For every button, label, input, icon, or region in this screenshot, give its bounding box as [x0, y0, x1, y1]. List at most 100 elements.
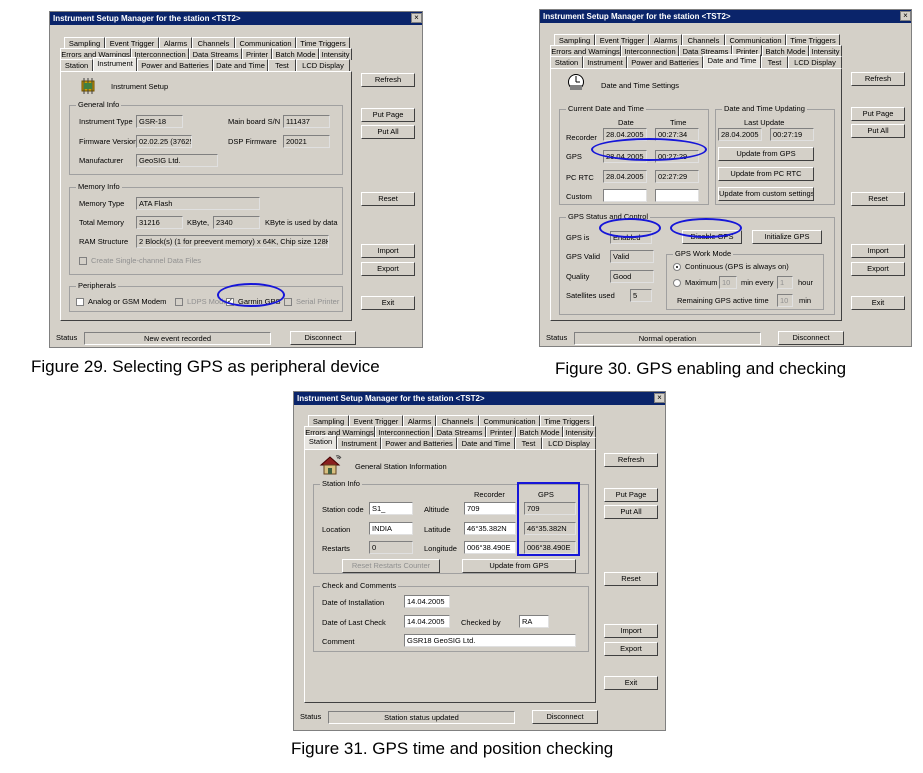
garmin-gps-checkbox[interactable]: ✓ [226, 298, 234, 306]
tab-power-batteries[interactable]: Power and Batteries [627, 56, 703, 68]
disable-gps-button[interactable]: Disable GPS [682, 230, 742, 244]
import-button[interactable]: Import [851, 244, 905, 258]
put-all-button[interactable]: Put All [604, 505, 658, 519]
altitude-input[interactable]: 709 [464, 502, 516, 515]
tab-station[interactable]: Station [304, 435, 337, 449]
disconnect-button[interactable]: Disconnect [778, 331, 844, 345]
exit-button[interactable]: Exit [851, 296, 905, 310]
maximum-label: Maximum [685, 278, 718, 287]
status-field: Normal operation [574, 332, 761, 345]
custom-time-input[interactable] [655, 189, 699, 202]
single-channel-checkbox[interactable] [79, 257, 87, 265]
update-from-pc-rtc-button[interactable]: Update from PC RTC [718, 167, 814, 181]
every-hours-field[interactable]: 1 [777, 276, 793, 289]
continuous-radio[interactable] [673, 263, 681, 271]
put-page-button[interactable]: Put Page [604, 488, 658, 502]
manufacturer-field: GeoSIG Ltd. [136, 154, 218, 167]
update-from-custom-button[interactable]: Update from custom settings [718, 187, 814, 201]
reset-button[interactable]: Reset [361, 192, 415, 206]
reset-button[interactable]: Reset [851, 192, 905, 206]
tab-date-time[interactable]: Date and Time [457, 437, 515, 449]
refresh-button[interactable]: Refresh [851, 72, 905, 86]
export-button[interactable]: Export [361, 262, 415, 276]
put-all-button[interactable]: Put All [361, 125, 415, 139]
tab-test[interactable]: Test [268, 59, 296, 71]
chip-icon [81, 78, 95, 94]
comment-input[interactable]: GSR18 GeoSIG Ltd. [404, 634, 576, 647]
tab-lcd-display[interactable]: LCD Display [296, 59, 350, 71]
maximum-radio[interactable] [673, 279, 681, 287]
recorder-time-field: 00:27:34 [655, 128, 699, 141]
export-button[interactable]: Export [604, 642, 658, 656]
peripherals-group: Peripherals Analog or GSM Modem LDPS Mod… [69, 281, 343, 312]
tab-test[interactable]: Test [515, 437, 542, 449]
import-button[interactable]: Import [604, 624, 658, 638]
kbyte-label: KByte, [187, 218, 210, 227]
close-icon[interactable]: × [900, 11, 911, 21]
disconnect-button[interactable]: Disconnect [532, 710, 598, 724]
installation-date-input[interactable]: 14.04.2005 [404, 595, 450, 608]
tab-test[interactable]: Test [761, 56, 788, 68]
tab-station[interactable]: Station [550, 56, 583, 68]
total-memory-field: 31216 [136, 216, 183, 229]
last-check-input[interactable]: 14.04.2005 [404, 615, 450, 628]
put-all-button[interactable]: Put All [851, 124, 905, 138]
latitude-input[interactable]: 46°35.382N [464, 522, 516, 535]
manufacturer-label: Manufacturer [79, 156, 124, 165]
custom-date-input[interactable] [603, 189, 647, 202]
group-label: Date and Time Updating [722, 104, 807, 113]
recorder-column-header: Recorder [474, 490, 505, 499]
close-icon[interactable]: × [411, 13, 422, 23]
min-every-label: min every [741, 278, 774, 287]
location-input[interactable]: INDIA [369, 522, 413, 535]
exit-button[interactable]: Exit [361, 296, 415, 310]
tab-instrument[interactable]: Instrument [93, 57, 137, 71]
tab-power-batteries[interactable]: Power and Batteries [137, 59, 213, 71]
station-house-icon [319, 455, 342, 475]
gps-column-header: GPS [538, 490, 554, 499]
refresh-button[interactable]: Refresh [361, 73, 415, 87]
reset-button[interactable]: Reset [604, 572, 658, 586]
tab-instrument[interactable]: Instrument [337, 437, 381, 449]
longitude-label: Longitude [424, 544, 457, 553]
refresh-button[interactable]: Refresh [604, 453, 658, 467]
quality-field: Good [610, 270, 654, 283]
general-info-group: General Info Instrument Type GSR-18 Main… [69, 100, 343, 175]
window-instrument-setup: Instrument Setup Manager for the station… [49, 11, 423, 348]
import-button[interactable]: Import [361, 244, 415, 258]
pc-rtc-date-field: 28.04.2005 [603, 170, 647, 183]
continuous-label: Continuous (GPS is always on) [685, 262, 789, 271]
put-page-button[interactable]: Put Page [851, 107, 905, 121]
tab-instrument[interactable]: Instrument [583, 56, 627, 68]
group-label: Peripherals [76, 281, 118, 290]
tab-date-time[interactable]: Date and Time [213, 59, 268, 71]
maximum-minutes-field[interactable]: 10 [719, 276, 737, 289]
mainboard-field: 111437 [283, 115, 330, 128]
tab-station[interactable]: Station [60, 59, 93, 71]
checked-by-input[interactable]: RA [519, 615, 549, 628]
initialize-gps-button[interactable]: Initialize GPS [752, 230, 822, 244]
serial-printer-checkbox[interactable] [284, 298, 292, 306]
tab-power-batteries[interactable]: Power and Batteries [381, 437, 457, 449]
exit-button[interactable]: Exit [604, 676, 658, 690]
check-comments-group: Check and Comments Date of Installation … [313, 581, 589, 652]
ldps-checkbox[interactable] [175, 298, 183, 306]
gps-altitude-field: 709 [524, 502, 576, 515]
window-title: Instrument Setup Manager for the station… [50, 12, 422, 25]
modem-checkbox[interactable] [76, 298, 84, 306]
tab-date-time[interactable]: Date and Time [703, 54, 761, 68]
time-column-header: Time [670, 118, 687, 127]
tab-lcd-display[interactable]: LCD Display [788, 56, 842, 68]
tab-lcd-display[interactable]: LCD Display [542, 437, 596, 449]
put-page-button[interactable]: Put Page [361, 108, 415, 122]
gps-valid-field: Valid [610, 250, 654, 263]
update-from-gps-button[interactable]: Update from GPS [718, 147, 814, 161]
update-from-gps-button[interactable]: Update from GPS [462, 559, 576, 573]
longitude-input[interactable]: 006°38.490E [464, 541, 516, 554]
station-code-input[interactable]: S1_ [369, 502, 413, 515]
export-button[interactable]: Export [851, 262, 905, 276]
comment-label: Comment [322, 637, 355, 646]
reset-restarts-button[interactable]: Reset Restarts Counter [342, 559, 440, 573]
close-icon[interactable]: × [654, 393, 665, 403]
disconnect-button[interactable]: Disconnect [290, 331, 356, 345]
